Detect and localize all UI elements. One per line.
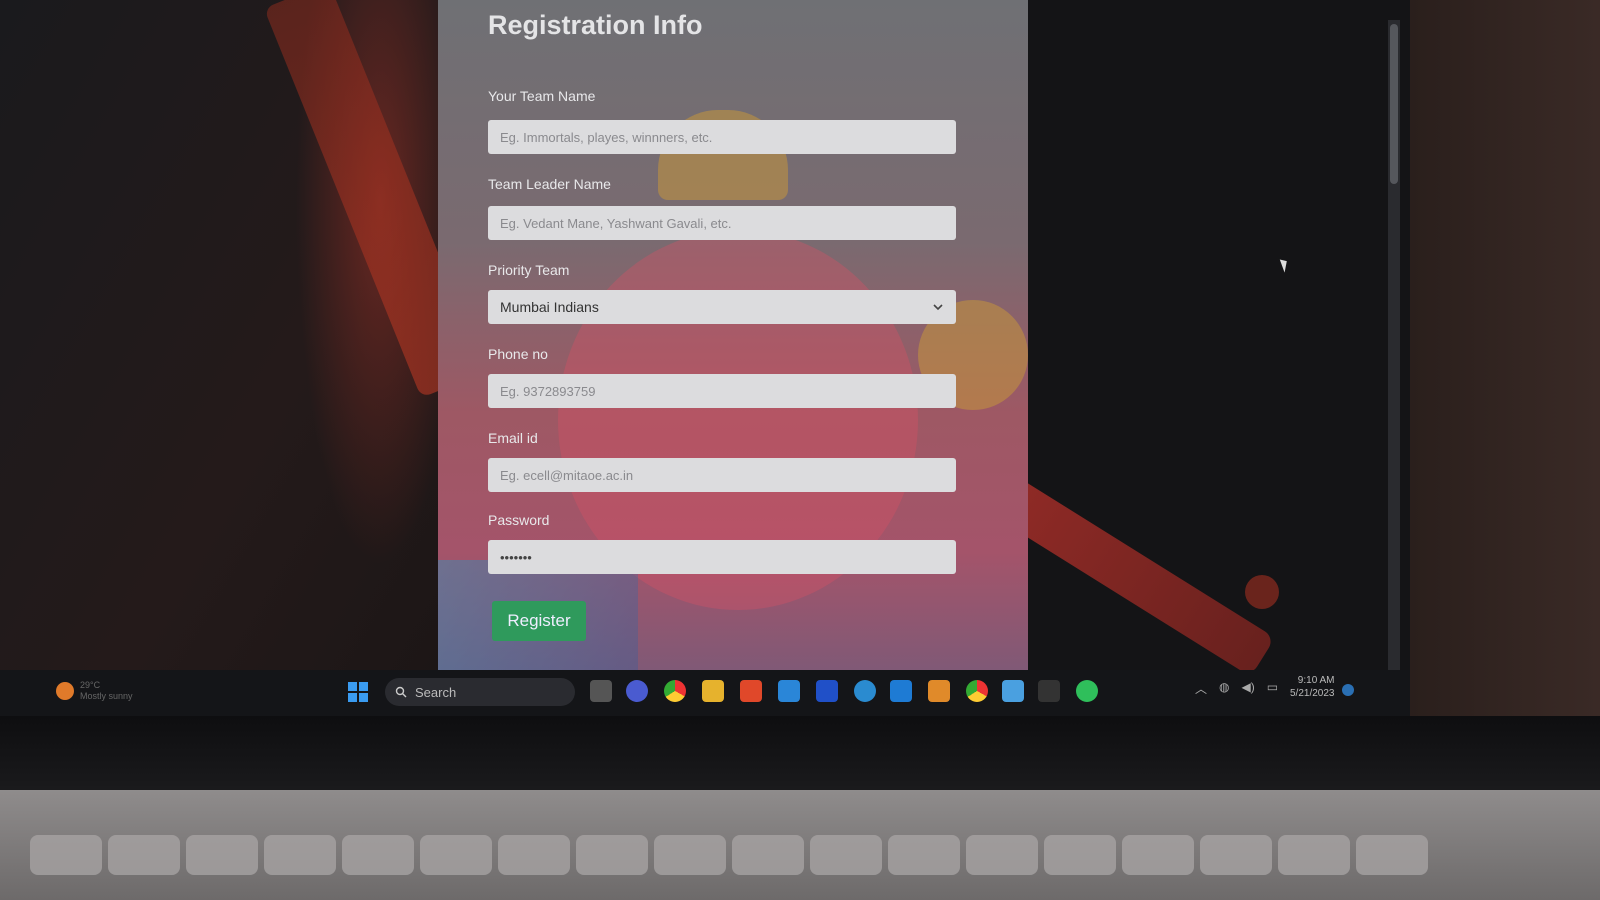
chevron-down-icon xyxy=(933,304,943,311)
phone-label: Phone no xyxy=(488,346,548,362)
volume-icon[interactable]: ◀) xyxy=(1242,680,1255,697)
scrollbar-thumb[interactable] xyxy=(1390,24,1398,184)
leader-name-label: Team Leader Name xyxy=(488,176,611,192)
register-button[interactable]: Register xyxy=(492,601,586,641)
clock[interactable]: 9:10 AM 5/21/2023 xyxy=(1290,674,1335,700)
taskbar: 29°C Mostly sunny Search ︿ ◍ ◀) ▭ 9:10 A… xyxy=(0,670,1410,716)
clock-time: 9:10 AM xyxy=(1297,675,1335,686)
chevron-up-icon[interactable]: ︿ xyxy=(1195,680,1207,697)
password-label: Password xyxy=(488,512,550,528)
ball-illustration xyxy=(1245,575,1279,609)
notepad-icon[interactable] xyxy=(1002,680,1024,702)
priority-team-value: Mumbai Indians xyxy=(500,299,599,315)
clock-date: 5/21/2023 xyxy=(1290,688,1335,699)
file-explorer-icon[interactable] xyxy=(702,680,724,702)
search-icon xyxy=(395,686,407,698)
laptop-bezel xyxy=(0,716,1600,796)
weather-temp: 29°C xyxy=(80,680,101,690)
search-label: Search xyxy=(415,684,457,700)
wallpaper-right xyxy=(1010,0,1410,690)
keyboard-keys xyxy=(30,835,1590,895)
system-tray: ︿ ◍ ◀) ▭ xyxy=(1195,680,1278,697)
registration-form: Registration Info Your Team Name Team Le… xyxy=(438,0,1028,690)
whatsapp-icon[interactable] xyxy=(1076,680,1098,702)
password-input[interactable] xyxy=(488,540,956,574)
notification-icon[interactable] xyxy=(1342,684,1354,696)
globe-icon[interactable]: ◍ xyxy=(1219,680,1229,697)
priority-team-label: Priority Team xyxy=(488,262,570,278)
editor-icon[interactable] xyxy=(816,680,838,702)
battery-icon[interactable]: ▭ xyxy=(1267,680,1278,697)
terminal-icon[interactable] xyxy=(1038,680,1060,702)
mail-icon[interactable] xyxy=(778,680,800,702)
vscode-icon[interactable] xyxy=(890,680,912,702)
task-view-icon[interactable] xyxy=(590,680,612,702)
email-input[interactable] xyxy=(488,458,956,492)
brave-icon[interactable] xyxy=(740,680,762,702)
phone-input[interactable] xyxy=(488,374,956,408)
priority-team-select[interactable]: Mumbai Indians xyxy=(488,290,956,324)
sun-icon xyxy=(56,682,74,700)
leader-name-input[interactable] xyxy=(488,206,956,240)
teams-icon[interactable] xyxy=(626,680,648,702)
team-name-label: Your Team Name xyxy=(488,88,596,104)
chrome-icon-2[interactable] xyxy=(966,680,988,702)
screen: Registration Info Your Team Name Team Le… xyxy=(0,0,1430,730)
weather-desc: Mostly sunny xyxy=(80,691,133,701)
form-title: Registration Info xyxy=(488,10,703,40)
weather-widget[interactable]: 29°C Mostly sunny xyxy=(56,680,133,702)
team-name-input[interactable] xyxy=(488,120,956,154)
background-right xyxy=(1410,0,1600,790)
taskbar-search[interactable]: Search xyxy=(385,678,575,706)
chrome-icon[interactable] xyxy=(664,680,686,702)
bing-icon[interactable] xyxy=(854,680,876,702)
email-label: Email id xyxy=(488,430,538,446)
windows-start-icon[interactable] xyxy=(348,682,368,702)
app-icon[interactable] xyxy=(928,680,950,702)
